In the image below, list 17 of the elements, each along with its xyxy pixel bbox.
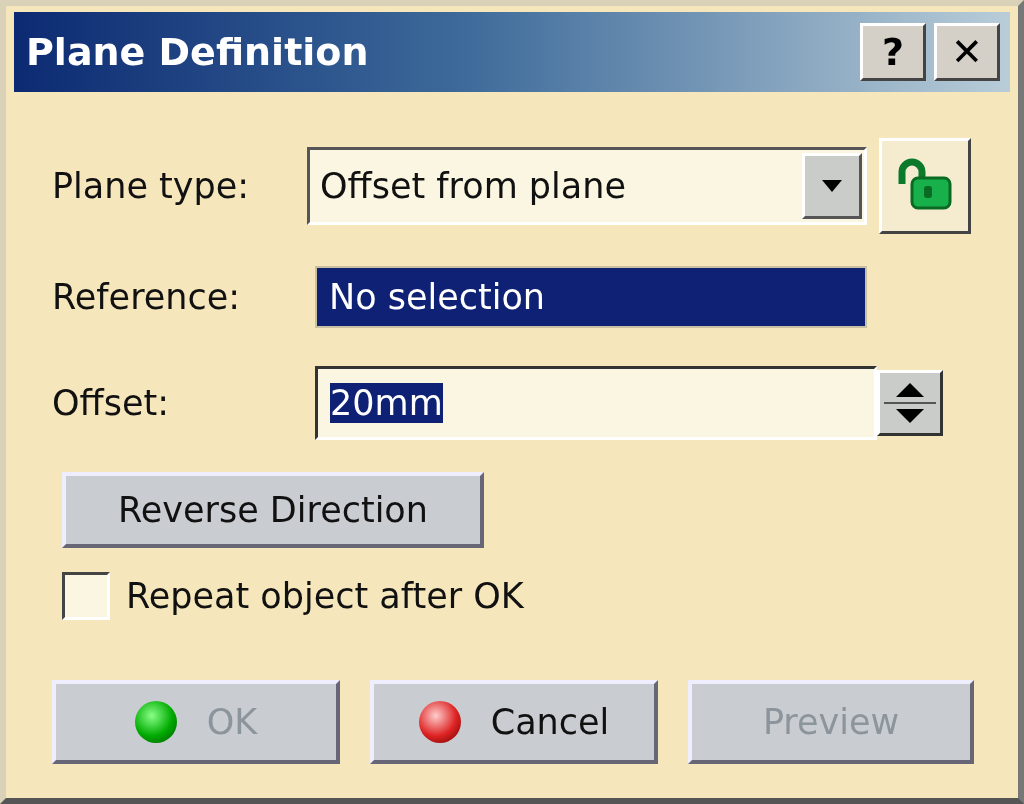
cancel-button[interactable]: Cancel [370,680,658,764]
window-title: Plane Definition [26,30,369,74]
field-label: Plane type: [52,166,251,206]
checkbox[interactable] [62,572,110,620]
ball-icon [134,701,177,743]
spin-buttons[interactable] [877,370,943,436]
ball-icon [418,701,461,743]
reference-field[interactable]: No selection [315,266,867,328]
field-label: Offset: [52,383,170,423]
help-button[interactable]: ? [860,23,926,81]
field-label: Reference: [52,277,242,317]
reverse-direction-button[interactable]: Reverse Direction [62,472,484,548]
plane-type-dropdown[interactable]: Offset from plane [307,147,867,225]
lock-button[interactable] [879,138,971,234]
offset-field[interactable]: 20mm [315,366,877,440]
checkbox-label: Repeat object after OK [126,576,524,616]
close-button[interactable]: ✕ [934,23,1000,81]
